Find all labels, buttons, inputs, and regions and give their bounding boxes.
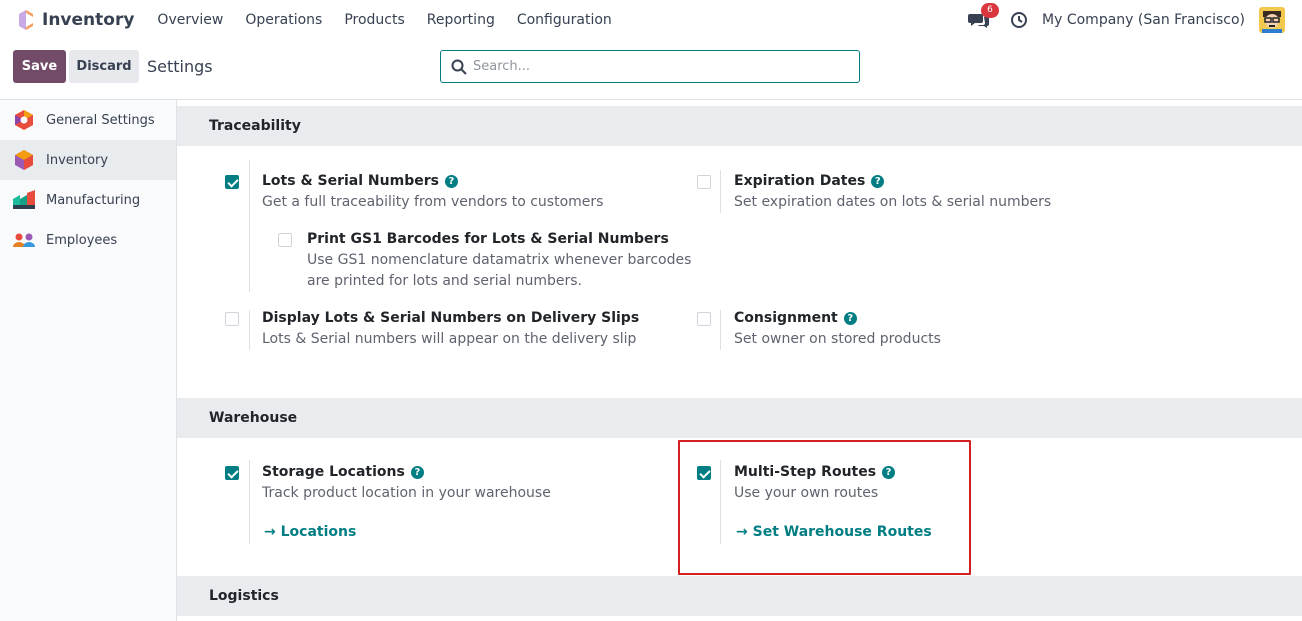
highlight-box xyxy=(678,440,971,575)
settings-content: Traceability Lots & Serial Numbers? Get … xyxy=(177,100,1302,621)
inventory-app-icon xyxy=(15,150,33,170)
app-name: Inventory xyxy=(42,10,135,30)
help-icon[interactable]: ? xyxy=(444,175,458,188)
setting-divider xyxy=(720,310,721,350)
gs1-barcodes-desc-line2: are printed for lots and serial numbers. xyxy=(307,273,582,289)
lots-serial-checkbox[interactable] xyxy=(225,175,239,189)
setting-divider xyxy=(249,460,250,544)
search-input[interactable] xyxy=(473,59,833,74)
sidebar-item-label: General Settings xyxy=(46,112,155,128)
menu-configuration[interactable]: Configuration xyxy=(506,12,623,28)
save-button[interactable]: Save xyxy=(13,50,66,83)
search-icon xyxy=(451,59,467,75)
storage-locations-desc: Track product location in your warehouse xyxy=(262,485,551,501)
gs1-barcodes-checkbox[interactable] xyxy=(278,233,292,247)
gs1-barcodes-desc-line1: Use GS1 nomenclature datamatrix whenever… xyxy=(307,252,692,268)
inventory-logo-icon xyxy=(19,10,33,30)
expiration-dates-checkbox[interactable] xyxy=(697,175,711,189)
company-switcher[interactable]: My Company (San Francisco) xyxy=(1042,12,1245,28)
activity-clock-icon[interactable] xyxy=(1010,11,1028,29)
setting-divider xyxy=(249,310,250,350)
lots-serial-label: Lots & Serial Numbers? xyxy=(262,173,458,189)
sidebar-item-manufacturing[interactable]: Manufacturing xyxy=(0,180,176,220)
storage-locations-label: Storage Locations? xyxy=(262,464,424,480)
display-lots-desc: Lots & Serial numbers will appear on the… xyxy=(262,331,637,347)
section-traceability-header: Traceability xyxy=(177,106,1302,146)
menu-products[interactable]: Products xyxy=(333,12,415,28)
main-menu: Overview Operations Products Reporting C… xyxy=(146,12,622,28)
sidebar-item-label: Inventory xyxy=(46,152,109,168)
user-avatar[interactable] xyxy=(1259,7,1285,33)
storage-locations-checkbox[interactable] xyxy=(225,466,239,480)
expiration-dates-label: Expiration Dates? xyxy=(734,173,885,189)
display-lots-label: Display Lots & Serial Numbers on Deliver… xyxy=(262,310,640,326)
consignment-checkbox[interactable] xyxy=(697,312,711,326)
help-icon[interactable]: ? xyxy=(871,175,885,188)
sidebar-item-label: Manufacturing xyxy=(46,192,141,208)
section-logistics-header: Logistics xyxy=(177,576,1302,616)
locations-link[interactable]: → Locations xyxy=(264,524,356,540)
menu-operations[interactable]: Operations xyxy=(234,12,333,28)
gs1-barcodes-label: Print GS1 Barcodes for Lots & Serial Num… xyxy=(307,231,669,247)
discard-button[interactable]: Discard xyxy=(69,50,139,83)
expiration-dates-desc: Set expiration dates on lots & serial nu… xyxy=(734,194,1052,210)
display-lots-checkbox[interactable] xyxy=(225,312,239,326)
app-brand[interactable]: Inventory xyxy=(16,10,134,30)
setting-divider xyxy=(720,170,721,213)
sidebar-item-label: Employees xyxy=(46,232,118,248)
message-count-badge: 6 xyxy=(981,3,1000,18)
setting-divider xyxy=(249,160,250,292)
sidebar-item-general-settings[interactable]: General Settings xyxy=(0,100,176,140)
messages-button[interactable]: 6 xyxy=(968,3,1000,31)
sidebar-item-inventory[interactable]: Inventory xyxy=(0,140,176,180)
menu-reporting[interactable]: Reporting xyxy=(416,12,506,28)
settings-sidebar: General Settings Inventory Manufacturing… xyxy=(0,100,177,621)
consignment-label: Consignment? xyxy=(734,310,857,326)
search-box[interactable] xyxy=(440,50,860,83)
section-warehouse-header: Warehouse xyxy=(177,398,1302,438)
manufacturing-app-icon xyxy=(13,190,35,209)
page-title: Settings xyxy=(147,57,213,76)
consignment-desc: Set owner on stored products xyxy=(734,331,941,347)
help-icon[interactable]: ? xyxy=(410,466,424,479)
help-icon[interactable]: ? xyxy=(843,312,857,325)
employees-app-icon xyxy=(13,233,35,247)
top-navbar: Inventory Overview Operations Products R… xyxy=(0,0,1302,40)
general-settings-icon xyxy=(15,110,33,130)
control-panel: Save Discard Settings xyxy=(0,40,1302,100)
systray: 6 My Company (San Francisco) xyxy=(968,3,1285,33)
lots-serial-desc: Get a full traceability from vendors to … xyxy=(262,194,604,210)
sidebar-item-employees[interactable]: Employees xyxy=(0,220,176,260)
user-avatar-icon xyxy=(1259,7,1285,33)
menu-overview[interactable]: Overview xyxy=(146,12,234,28)
